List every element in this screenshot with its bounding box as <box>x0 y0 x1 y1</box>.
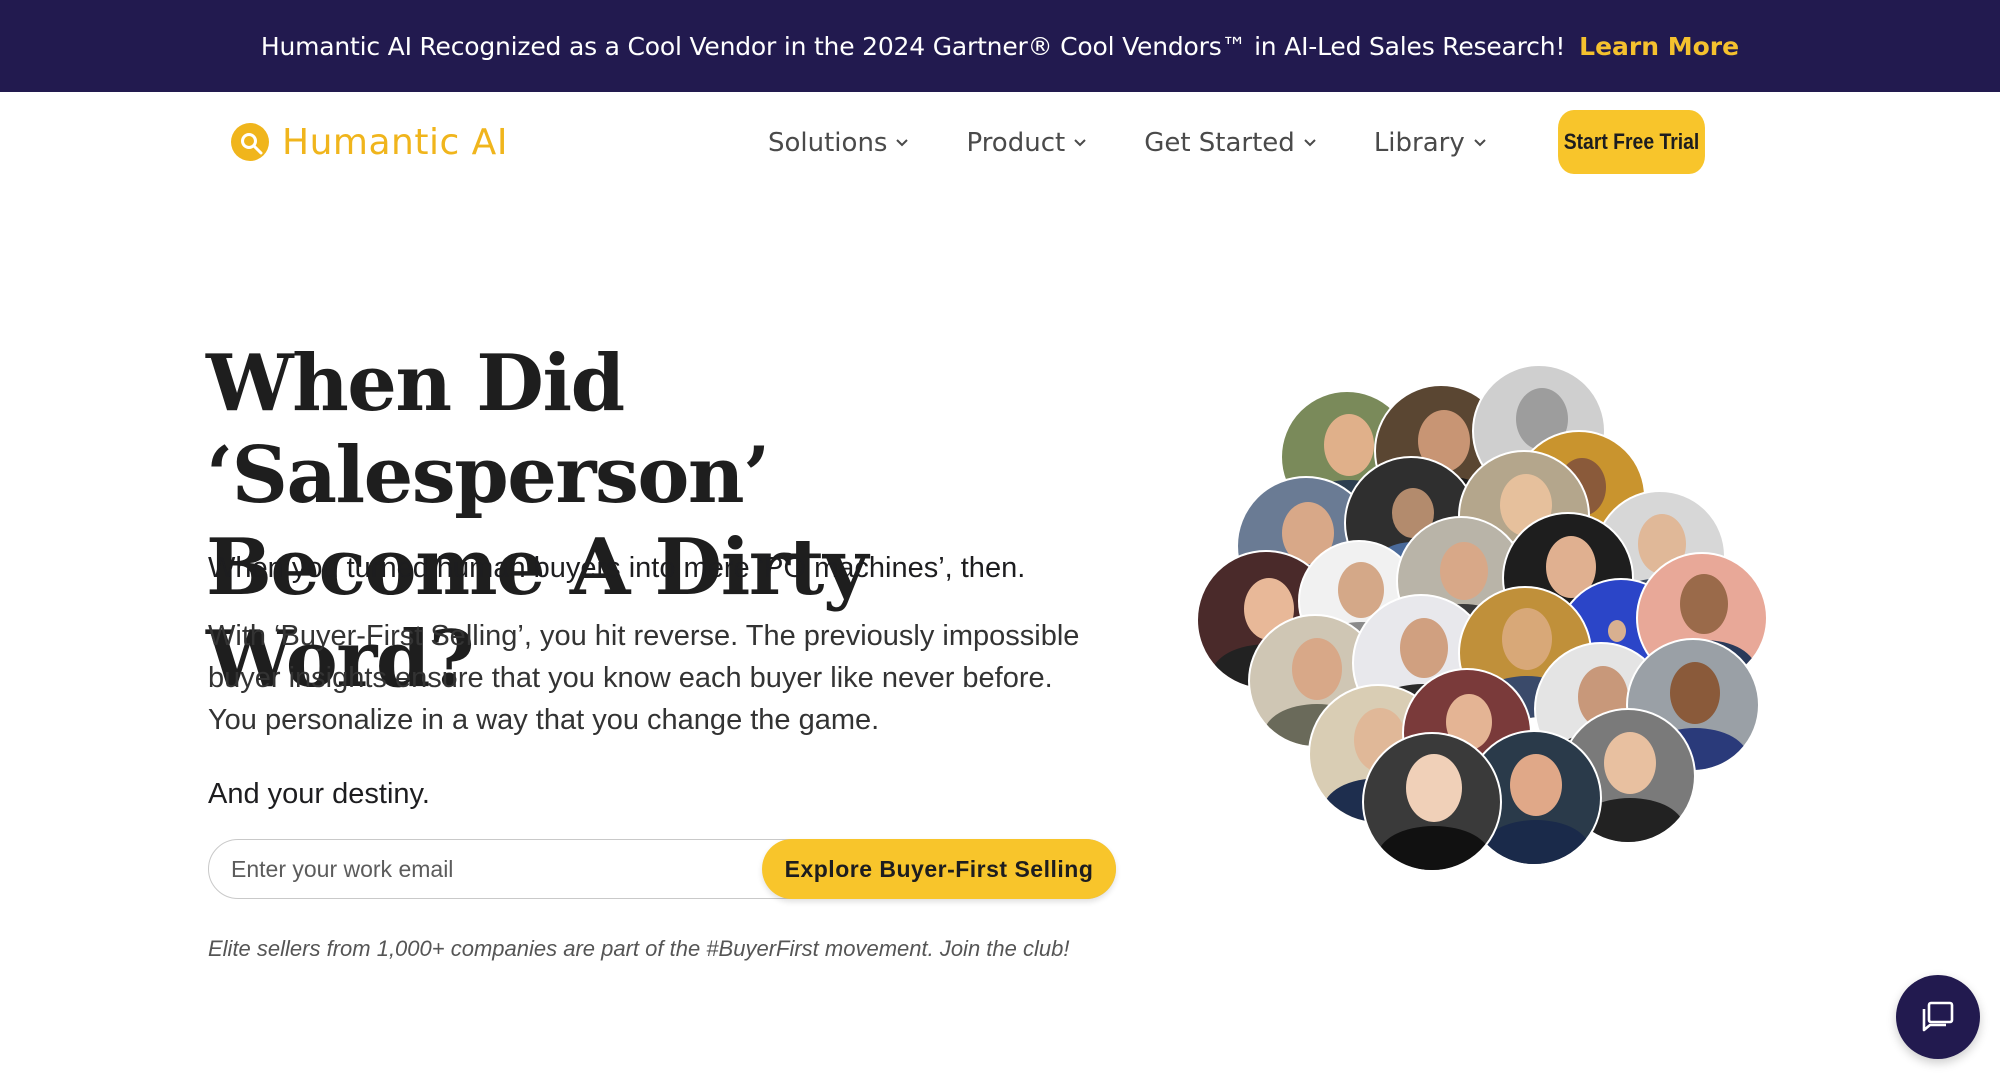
nav-item-label: Library <box>1373 128 1465 158</box>
chevron-down-icon <box>1474 139 1486 147</box>
nav-item-library[interactable]: Library <box>1374 128 1487 158</box>
chevron-down-icon <box>1074 139 1086 147</box>
main-nav: Humantic AI Solutions Product Get Starte… <box>0 92 2000 196</box>
announcement-text: Humantic AI Recognized as a Cool Vendor … <box>260 31 1566 61</box>
logo-text: Humantic AI <box>282 121 508 163</box>
work-email-input[interactable] <box>231 850 751 888</box>
nav-item-product[interactable]: Product <box>966 128 1087 158</box>
explore-buyer-first-button[interactable]: Explore Buyer-First Selling <box>762 839 1116 899</box>
hero-destiny: And your destiny. <box>208 778 430 810</box>
hero-body: With ‘Buyer-First Selling’, you hit reve… <box>208 620 1080 736</box>
logo-icon <box>231 123 269 161</box>
learn-more-link[interactable]: Learn More <box>1579 32 1739 61</box>
chat-button[interactable] <box>1896 975 1980 1059</box>
chat-icon <box>1922 1001 1954 1032</box>
chevron-down-icon <box>1304 139 1316 147</box>
avatar <box>1362 732 1502 872</box>
hero-lead: When you turned human buyers into mere ‘… <box>208 552 1026 584</box>
nav-item-label: Solutions <box>768 128 888 158</box>
nav-item-solutions[interactable]: Solutions <box>768 128 909 158</box>
elite-sellers-note: Elite sellers from 1,000+ companies are … <box>208 936 1070 961</box>
logo[interactable]: Humantic AI <box>228 120 508 164</box>
title-line-1: When Did ‘Salesperson’ <box>206 338 770 521</box>
announcement-bar: Humantic AI Recognized as a Cool Vendor … <box>0 0 2000 92</box>
start-free-trial-button[interactable]: Start Free Trial <box>1558 110 1705 174</box>
nav-item-label: Product <box>966 128 1066 158</box>
nav-item-get-started[interactable]: Get Started <box>1144 128 1317 158</box>
seller-photo-collage <box>1196 356 1796 886</box>
chevron-down-icon <box>896 139 909 147</box>
nav-item-label: Get Started <box>1144 128 1295 158</box>
nav-menu: Solutions Product Get Started Library <box>768 128 1544 158</box>
